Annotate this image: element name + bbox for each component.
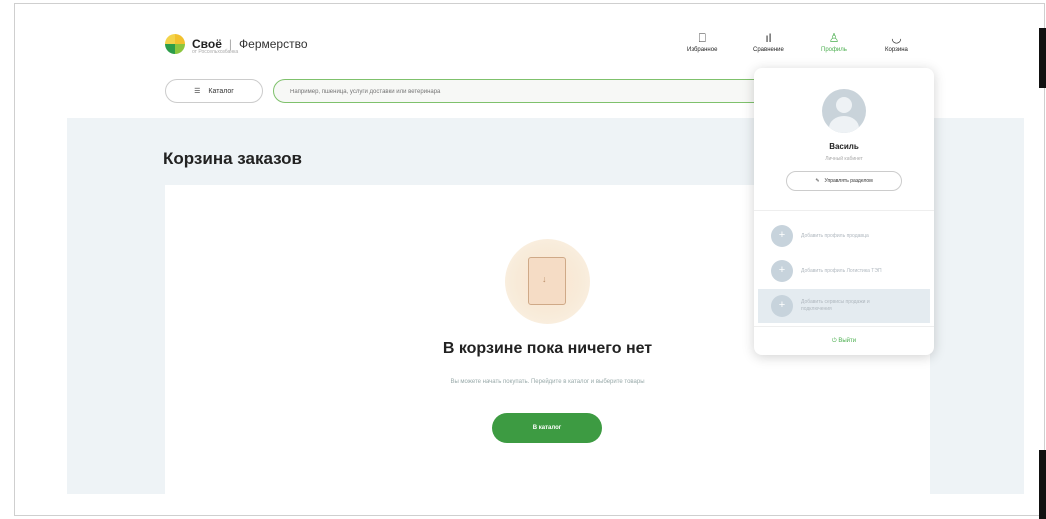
go-to-catalog-button[interactable]: В каталог <box>492 413 602 443</box>
edge-bar <box>1039 28 1046 88</box>
nav-favorites[interactable]: ⎕ Избранное <box>687 32 717 53</box>
empty-cart-illustration: ↓ <box>505 239 590 324</box>
manage-section-button[interactable]: ✎ Управлять разделом <box>786 171 902 191</box>
bookmark-icon: ⎕ <box>698 31 706 45</box>
empty-cart-subtitle: Вы можете начать покупать. Перейдите в к… <box>450 379 645 385</box>
nav-cart[interactable]: ◡ Корзина <box>885 32 908 53</box>
nav-compare[interactable]: ıl Сравнение <box>753 32 784 53</box>
nav-favorites-label: Избранное <box>687 47 718 53</box>
menu-item-label: Добавить сервисы продажи и подключения <box>801 299 870 312</box>
logout-label: Выйти <box>838 338 857 344</box>
nav-profile-label: Профиль <box>821 47 847 53</box>
edge-bar <box>1039 450 1046 519</box>
avatar[interactable] <box>822 89 866 133</box>
logo-icon <box>165 34 185 54</box>
shopping-bag-icon: ↓ <box>528 257 566 305</box>
browser-frame: Своё | Фермерство от Россельхозбанка ⎕ И… <box>14 3 1045 516</box>
page-title: Корзина заказов <box>163 149 302 168</box>
logo-subtitle: Фермерство <box>239 37 308 51</box>
search-bar[interactable] <box>273 79 773 103</box>
manage-section-label: Управлять разделом <box>824 178 873 184</box>
menu-item-label: Добавить профиль продавца <box>801 232 869 239</box>
add-logistics-profile-item[interactable]: Добавить профиль Логистика ТЭП <box>758 254 930 288</box>
user-icon: ♙ <box>828 31 840 45</box>
user-role: Личный кабинет <box>825 156 863 162</box>
cart-icon: ◡ <box>891 31 902 45</box>
plus-icon <box>771 225 793 247</box>
plus-icon <box>771 295 793 317</box>
menu-icon: ☰ <box>194 88 201 95</box>
user-name: Василь <box>829 142 859 151</box>
logo-tagline: от Россельхозбанка <box>192 49 239 55</box>
nav-cart-label: Корзина <box>885 47 908 53</box>
logo[interactable]: Своё | Фермерство от Россельхозбанка <box>165 34 308 55</box>
profile-dropdown: Василь Личный кабинет ✎ Управлять раздел… <box>754 68 934 355</box>
divider <box>754 326 934 327</box>
menu-item-label: Добавить профиль Логистика ТЭП <box>801 267 882 274</box>
edit-icon: ✎ <box>815 178 820 184</box>
divider <box>754 210 934 211</box>
plus-icon <box>771 260 793 282</box>
catalog-button[interactable]: ☰ Каталог <box>165 79 263 103</box>
add-services-item[interactable]: Добавить сервисы продажи и подключения <box>758 289 930 323</box>
chart-icon: ıl <box>765 31 772 45</box>
search-input[interactable] <box>274 81 772 103</box>
nav-compare-label: Сравнение <box>753 47 784 53</box>
arrow-down-icon: ↓ <box>542 274 547 284</box>
add-seller-profile-item[interactable]: Добавить профиль продавца <box>758 219 930 253</box>
catalog-button-label: Каталог <box>208 87 234 95</box>
logout-link[interactable]: ⏻ Выйти <box>754 338 934 345</box>
nav-profile[interactable]: ♙ Профиль <box>821 32 847 53</box>
